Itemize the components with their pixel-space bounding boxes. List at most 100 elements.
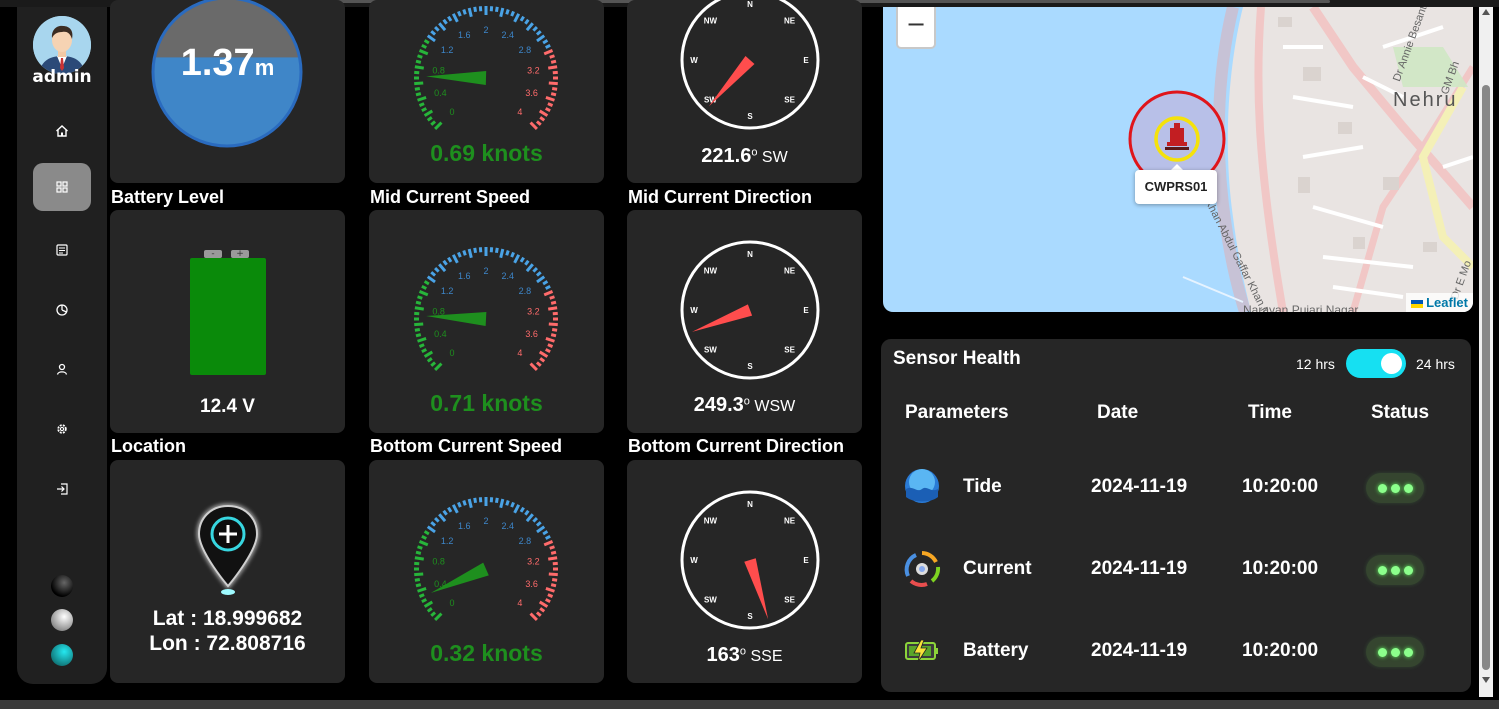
home-icon [56, 125, 68, 137]
gauge-tick [434, 517, 440, 523]
gauge-tick [550, 300, 557, 305]
gauge-tick [535, 361, 542, 367]
gauge-tick [499, 248, 505, 259]
status-indicator [1366, 637, 1424, 667]
theme-dark-swatch[interactable] [51, 575, 73, 597]
compass-label: E [803, 56, 809, 65]
gauge-tick [505, 500, 510, 506]
gauge-tick [543, 290, 554, 297]
scroll-up-arrow[interactable] [1482, 9, 1490, 15]
page-scrollbar[interactable] [1479, 7, 1493, 697]
location-coordinates: Lat : 18.999682 Lon : 72.808716 [110, 606, 345, 656]
gauge-tick-label: 3.6 [525, 579, 538, 589]
gauge-tick [447, 15, 453, 22]
gauge-tick [434, 267, 440, 273]
gauge-tick [417, 337, 427, 343]
gauge-tick [417, 545, 423, 550]
gauge-tick-label: 1.6 [458, 521, 471, 531]
compass-label: W [690, 306, 698, 315]
bottom-direction-deg-sign: o [739, 645, 747, 658]
header-status: Status [1371, 402, 1430, 423]
time-range-toggle[interactable] [1346, 349, 1406, 378]
gauge-tick-label: 0 [450, 598, 455, 608]
gauge-tick [430, 120, 437, 126]
battery-icon [190, 258, 266, 375]
gauge-tick [438, 22, 447, 32]
battery-charging-icon [905, 639, 938, 663]
battery-terminal-minus: - [204, 250, 222, 259]
gauge-tick-label: 2.8 [519, 286, 532, 296]
location-map[interactable]: Nehru Khan Abdul Gaffar Khan Marg Naraya… [883, 7, 1473, 312]
gauge-tick [415, 333, 422, 338]
theme-light-swatch[interactable] [51, 609, 73, 631]
gauge-tick [545, 107, 551, 113]
header-date: Date [1097, 402, 1139, 423]
bottom-direction-degrees: 163 [706, 644, 740, 666]
gauge-tick [524, 18, 530, 25]
scroll-thumb[interactable] [1482, 85, 1490, 670]
toggle-knob [1381, 353, 1402, 374]
gauge-needle [430, 562, 489, 593]
gauge-tick [434, 121, 443, 130]
mid-speed-gauge: 00.40.81.21.622.42.83.23.64 [414, 247, 558, 371]
gauge-tick-label: 3.6 [525, 329, 538, 339]
zoom-out-button[interactable]: − [896, 7, 936, 49]
tide-value: 1.37 [180, 42, 255, 84]
gauge-tick [529, 612, 538, 621]
gauge-tick [415, 300, 422, 305]
gauge-tick [543, 540, 554, 547]
gauge-tick [430, 271, 437, 277]
gauge-tick-label: 0.8 [432, 65, 445, 75]
gauge-tick-label: 1.2 [441, 45, 454, 55]
gauge-tick [467, 7, 473, 18]
nav-settings[interactable] [33, 405, 91, 453]
gauge-tick [462, 250, 467, 256]
compass-label: NW [704, 516, 718, 525]
compass-label: S [747, 612, 753, 621]
gauge-tick [418, 343, 425, 348]
gauge-tick [510, 251, 515, 258]
gauge-tick [550, 333, 557, 338]
avatar[interactable] [33, 16, 91, 74]
avatar-icon [33, 16, 91, 74]
top-speed-card: 0 0.4 0.8 1.2 1.6 2 2.4 2.8 3.2 3.6 4 0.69 knots [369, 0, 604, 183]
gauge-tick [545, 598, 551, 604]
theme-teal-swatch[interactable] [51, 644, 73, 666]
compass-label: W [690, 556, 698, 565]
gauge-tick [421, 107, 427, 113]
gauge-tick [418, 49, 429, 56]
compass-label: SE [784, 596, 795, 605]
top-direction-cardinal: SW [761, 149, 788, 166]
gauge-tick [418, 540, 429, 547]
compass-label: SW [704, 596, 717, 605]
location-title: Location [111, 436, 186, 456]
nav-user[interactable] [33, 345, 91, 393]
sensor-health-title: Sensor Health [893, 348, 1021, 369]
gauge-tick [539, 357, 546, 363]
gauge-tick [513, 254, 521, 264]
top-direction-compass: NNEESESSWWNW [680, 0, 820, 130]
gauge-tick [451, 254, 459, 264]
gauge-tick [473, 247, 478, 254]
compass-label: N [747, 500, 753, 509]
nav-home[interactable] [33, 107, 91, 155]
toggle-label-12hrs: 12 hrs [1296, 356, 1335, 372]
leaflet-link[interactable]: Leaflet [1426, 295, 1468, 310]
gauge-tick [418, 102, 425, 107]
gauge-tick [417, 96, 427, 102]
nav-history[interactable] [33, 286, 91, 334]
top-direction-deg-sign: o [751, 146, 758, 159]
tide-card: 1.37m [110, 0, 345, 183]
mid-speed-card: 0 0.4 0.8 1.2 1.6 2 2.4 2.8 3.2 3.6 4 0.71 knots [369, 210, 604, 433]
gauge-tick [473, 497, 478, 504]
gauge-tick [414, 306, 425, 311]
map-attribution[interactable]: Leaflet [1406, 293, 1473, 312]
map-label-area2: Narayan Pujari Nagar [1243, 303, 1359, 312]
nav-reports[interactable] [33, 226, 91, 274]
scroll-down-arrow[interactable] [1482, 677, 1490, 683]
nav-logout[interactable] [33, 465, 91, 513]
row-name: Battery [963, 640, 1029, 661]
gauge-tick [525, 22, 534, 32]
nav-dashboard[interactable] [33, 163, 91, 211]
gauge-tick [519, 256, 525, 263]
